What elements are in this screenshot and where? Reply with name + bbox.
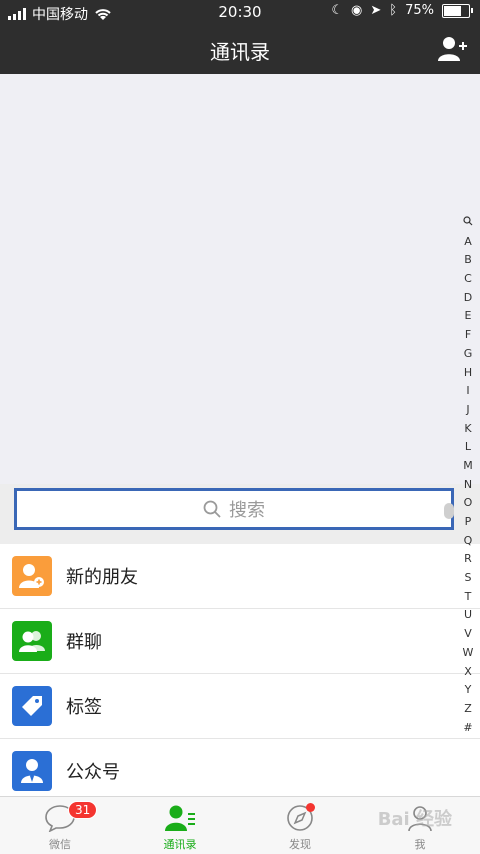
tag-icon xyxy=(12,686,52,726)
microphone-icon[interactable] xyxy=(444,503,454,519)
index-letter[interactable]: V xyxy=(456,625,480,644)
index-letter[interactable]: # xyxy=(456,719,480,738)
index-letter[interactable]: R xyxy=(456,550,480,569)
index-letter[interactable]: P xyxy=(456,513,480,532)
index-letter[interactable]: G xyxy=(456,345,480,364)
watermark: Bai 经验 xyxy=(377,809,452,830)
tab-contacts[interactable]: 通讯录 xyxy=(120,797,240,854)
index-letter[interactable]: W xyxy=(456,644,480,663)
bluetooth-icon: ᛒ xyxy=(389,3,398,18)
page-title: 通讯录 xyxy=(210,40,270,64)
alphabet-index[interactable]: A B C D E F G H I J K L M N O P Q R S T U V W X Y Z # xyxy=(456,214,480,734)
tab-label: 我 xyxy=(414,838,426,851)
index-letter[interactable]: U xyxy=(456,606,480,625)
list-item-label: 新的朋友 xyxy=(66,567,138,588)
tab-label: 通讯录 xyxy=(163,838,197,851)
index-letter[interactable]: C xyxy=(456,270,480,289)
empty-area xyxy=(0,74,480,484)
search-placeholder: 搜索 xyxy=(229,500,265,521)
list-item-label: 公众号 xyxy=(66,762,120,783)
tab-label: 发现 xyxy=(289,838,311,851)
index-search-icon[interactable] xyxy=(456,214,480,233)
index-letter[interactable]: A xyxy=(456,233,480,252)
index-letter[interactable]: Z xyxy=(456,700,480,719)
nav-bar: 通讯录 xyxy=(0,24,480,74)
list-item-official-accounts[interactable]: 公众号 xyxy=(0,739,480,804)
index-letter[interactable]: T xyxy=(456,588,480,607)
tab-label: 微信 xyxy=(49,838,71,851)
list-item-group-chat[interactable]: 群聊 xyxy=(0,609,480,674)
index-letter[interactable]: X xyxy=(456,663,480,682)
index-letter[interactable]: I xyxy=(456,382,480,401)
list-item-label: 群聊 xyxy=(66,632,102,653)
battery-label: 75% xyxy=(405,3,434,18)
moon-icon: ☾ xyxy=(331,3,344,18)
index-letter[interactable]: M xyxy=(456,457,480,476)
tab-discover[interactable]: 发现 xyxy=(240,797,360,854)
search-input[interactable]: 搜索 xyxy=(14,488,454,530)
new-notification-dot xyxy=(306,803,315,812)
status-bar: 中国移动 20:30 ☾ ◉ ➤ ᛒ 75% xyxy=(0,0,480,24)
index-letter[interactable]: Y xyxy=(456,681,480,700)
status-right: ☾ ◉ ➤ ᛒ 75% xyxy=(331,3,473,18)
index-letter[interactable]: J xyxy=(456,401,480,420)
unread-badge: 31 xyxy=(68,801,98,819)
list-item-new-friends[interactable]: 新的朋友 xyxy=(0,544,480,609)
rotation-lock-icon: ◉ xyxy=(351,3,363,18)
list-item-tags[interactable]: 标签 xyxy=(0,674,480,739)
index-letter[interactable]: D xyxy=(456,289,480,308)
location-icon: ➤ xyxy=(370,3,382,18)
contacts-icon xyxy=(164,802,196,834)
index-letter[interactable]: S xyxy=(456,569,480,588)
add-friend-button[interactable] xyxy=(438,36,468,62)
tab-chats[interactable]: 31 微信 xyxy=(0,797,120,854)
index-letter[interactable]: N xyxy=(456,476,480,495)
battery-icon xyxy=(442,3,473,18)
index-letter[interactable]: O xyxy=(456,494,480,513)
search-bar[interactable]: 搜索 xyxy=(10,484,458,534)
official-account-icon xyxy=(12,751,52,791)
search-icon xyxy=(203,500,221,518)
index-letter[interactable]: F xyxy=(456,326,480,345)
index-letter[interactable]: B xyxy=(456,251,480,270)
add-friend-icon xyxy=(438,37,467,61)
list-item-label: 标签 xyxy=(66,697,102,718)
new-friend-icon xyxy=(12,556,52,596)
index-letter[interactable]: H xyxy=(456,364,480,383)
contact-function-list: 新的朋友 群聊 标签 公众号 xyxy=(0,544,480,804)
index-letter[interactable]: Q xyxy=(456,532,480,551)
index-letter[interactable]: L xyxy=(456,438,480,457)
group-chat-icon xyxy=(12,621,52,661)
index-letter[interactable]: K xyxy=(456,420,480,439)
index-letter[interactable]: E xyxy=(456,307,480,326)
